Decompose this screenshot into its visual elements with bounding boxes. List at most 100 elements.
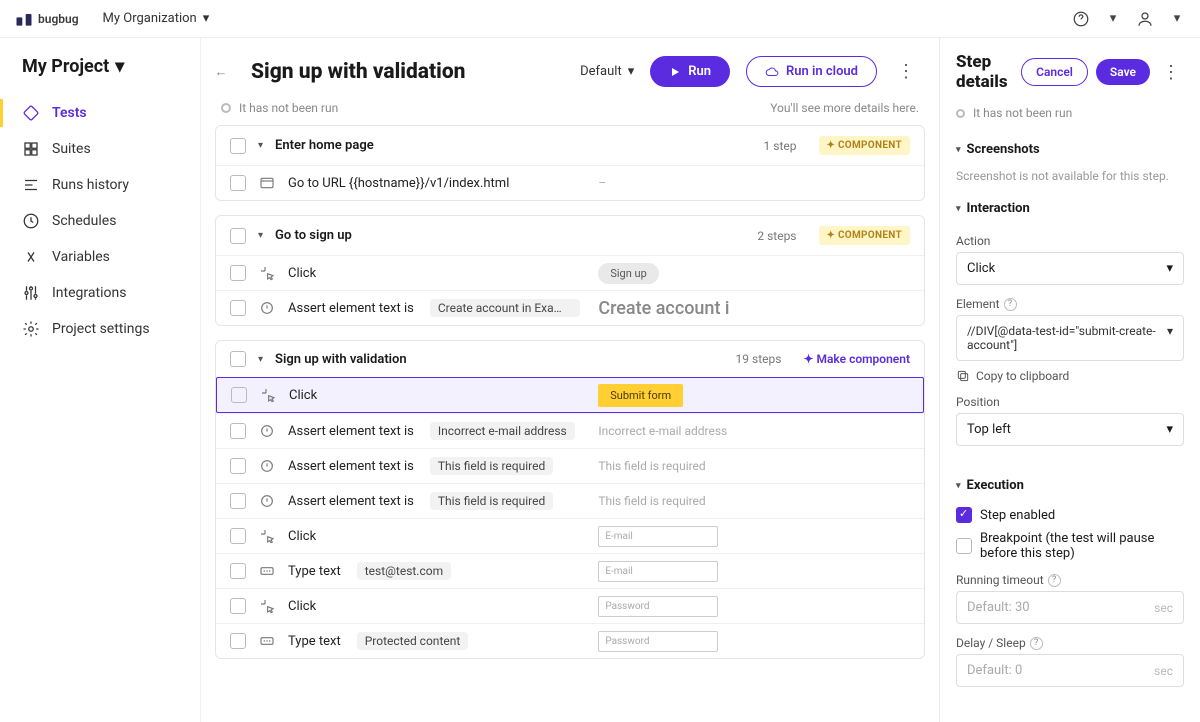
sidebar-item-project-settings[interactable]: Project settings (0, 311, 200, 347)
step-checkbox[interactable] (230, 423, 246, 439)
sidebar-item-integrations[interactable]: Integrations (0, 275, 200, 311)
section-interaction[interactable]: ▾Interaction (956, 187, 1184, 222)
save-button[interactable]: Save (1096, 59, 1150, 85)
step-preview: Password (598, 596, 738, 617)
step-value-chip: Protected content (357, 632, 469, 650)
brand-text: bugbug (38, 12, 79, 26)
sidebar-item-suites[interactable]: Suites (0, 131, 200, 167)
chevron-down-icon[interactable]: ▾ (258, 354, 263, 365)
breakpoint-checkbox[interactable] (956, 538, 972, 554)
step-checkbox[interactable] (230, 265, 246, 281)
delay-input[interactable]: Default: 0 sec (956, 654, 1184, 687)
step-checkbox[interactable] (231, 387, 247, 403)
step-preview: This field is required (598, 459, 738, 474)
logo[interactable]: bugbug (14, 9, 79, 29)
gear-icon (22, 320, 40, 338)
chevron-down-icon[interactable]: ▾ (258, 230, 263, 241)
sidebar-item-label: Schedules (52, 213, 116, 229)
step-row[interactable]: Assert element text is This field is requ… (216, 483, 924, 518)
status-dot-icon (956, 109, 965, 118)
element-selector-input[interactable]: //DIV[@data-test-id="submit-create-accou… (956, 315, 1184, 361)
step-enabled-checkbox[interactable] (956, 507, 972, 523)
step-row[interactable]: Type textProtected contentPassword (216, 623, 924, 658)
step-checkbox[interactable] (230, 175, 246, 191)
step-label: Click (288, 266, 316, 281)
back-button[interactable]: ← (207, 64, 235, 80)
chevron-down-icon[interactable]: ▾ (258, 140, 263, 151)
timeout-input[interactable]: Default: 30 sec (956, 591, 1184, 624)
chevron-down-icon[interactable]: ▾ (1104, 10, 1122, 28)
environment-dropdown[interactable]: Default ▾ (580, 64, 634, 79)
step-row[interactable]: Go to URL {{hostname}}/v1/index.html– (216, 165, 924, 200)
step-row[interactable]: Assert element text isThis field is requ… (216, 448, 924, 483)
more-menu[interactable]: ⋮ (893, 61, 919, 82)
click-icon (258, 264, 276, 282)
step-row[interactable]: ClickSign up (216, 255, 924, 290)
details-more-menu[interactable]: ⋮ (1158, 62, 1184, 83)
step-checkbox[interactable] (230, 598, 246, 614)
cloud-icon (765, 65, 779, 79)
tests-icon (22, 104, 40, 122)
chevron-down-icon: ▾ (956, 204, 961, 214)
run-button[interactable]: Run (650, 56, 730, 87)
help-icon[interactable]: ? (1004, 298, 1017, 311)
step-row[interactable]: Type texttest@test.comE-mail (216, 553, 924, 588)
org-dropdown[interactable]: My Organization ▾ (103, 11, 210, 26)
sidebar-item-tests[interactable]: Tests (0, 95, 200, 131)
assert-icon (258, 422, 276, 440)
group-name: Go to sign up (275, 228, 352, 243)
step-preview: E-mail (598, 561, 738, 582)
project-dropdown[interactable]: My Project ▾ (0, 52, 200, 95)
step-value-chip: This field is required (430, 457, 553, 475)
step-row[interactable]: ClickSubmit form (216, 377, 924, 413)
step-checkbox[interactable] (230, 563, 246, 579)
component-badge: COMPONENT (819, 226, 911, 245)
assert-icon (258, 299, 276, 317)
run-in-cloud-button[interactable]: Run in cloud (746, 56, 877, 87)
sidebar-item-runs-history[interactable]: Runs history (0, 167, 200, 203)
step-row[interactable]: ClickPassword (216, 588, 924, 623)
sidebar-item-label: Project settings (52, 321, 150, 337)
help-icon[interactable]: ? (1048, 574, 1061, 587)
step-row[interactable]: Assert element text isCreate account in … (216, 290, 924, 325)
step-checkbox[interactable] (230, 300, 246, 316)
help-icon[interactable] (1072, 10, 1090, 28)
group-checkbox[interactable] (230, 138, 246, 154)
cancel-button[interactable]: Cancel (1021, 58, 1088, 86)
type-icon (258, 632, 276, 650)
group-header[interactable]: ▾Sign up with validation19 stepsMake com… (216, 341, 924, 377)
sidebar-item-label: Tests (52, 105, 87, 121)
step-checkbox[interactable] (230, 633, 246, 649)
section-screenshots[interactable]: ▾Screenshots (956, 128, 1184, 163)
group-header[interactable]: ▾ Go to sign up 2 steps COMPONENT (216, 216, 924, 255)
copy-to-clipboard[interactable]: Copy to clipboard (956, 369, 1184, 383)
step-row[interactable]: ClickE-mail (216, 518, 924, 553)
chevron-down-icon[interactable]: ▾ (1168, 10, 1186, 28)
sidebar-item-schedules[interactable]: Schedules (0, 203, 200, 239)
step-label: Assert element text is (288, 301, 414, 316)
user-icon[interactable] (1136, 10, 1154, 28)
position-label: Position (956, 395, 1184, 409)
step-label: Type text (288, 564, 341, 579)
step-checkbox[interactable] (230, 528, 246, 544)
group-name: Sign up with validation (275, 352, 407, 367)
details-status: It has not been run (956, 102, 1184, 128)
step-value-chip: This field is required (430, 492, 553, 510)
sidebar-item-variables[interactable]: Variables (0, 239, 200, 275)
position-dropdown[interactable]: Top left ▾ (956, 413, 1184, 446)
step-row[interactable]: Assert element text isIncorrect e-mail a… (216, 413, 924, 448)
group-header[interactable]: ▾Enter home page1 stepCOMPONENT (216, 126, 924, 165)
make-component-link[interactable]: Make component (803, 352, 910, 366)
step-checkbox[interactable] (230, 458, 246, 474)
section-execution[interactable]: ▾Execution (956, 464, 1184, 499)
help-icon[interactable]: ? (1030, 637, 1043, 650)
details-title: Step details (956, 52, 1013, 92)
action-dropdown[interactable]: Click ▾ (956, 252, 1184, 285)
group-checkbox[interactable] (230, 228, 246, 244)
step-label: Assert element text is (288, 494, 414, 509)
group-checkbox[interactable] (230, 351, 246, 367)
step-group: ▾Enter home page1 stepCOMPONENTGo to URL… (215, 125, 925, 201)
action-label: Action (956, 234, 1184, 248)
step-count: 2 steps (757, 229, 796, 243)
step-checkbox[interactable] (230, 493, 246, 509)
